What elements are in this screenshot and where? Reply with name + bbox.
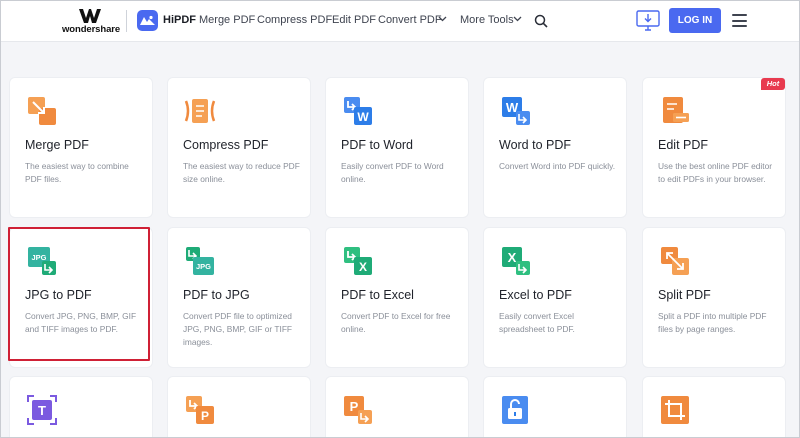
split-icon (661, 247, 689, 275)
pdf-to-word-icon: W (344, 97, 372, 125)
jpg-label: JPG (196, 262, 211, 271)
search-icon[interactable] (534, 14, 548, 28)
chevron-down-icon[interactable] (438, 16, 447, 22)
tool-title: Word to PDF (499, 138, 572, 152)
ppt-to-pdf-icon: P (344, 396, 372, 424)
tool-card-crop-pdf[interactable] (642, 376, 786, 438)
selection-highlight-box (8, 227, 150, 361)
tool-description: Easily convert Excel spreadsheet to PDF. (499, 311, 575, 334)
tool-description: Convert PDF file to optimized JPG, PNG, … (183, 311, 293, 347)
excel-letter-label: X (508, 250, 517, 265)
unlock-icon (502, 396, 528, 424)
tool-card-merge-pdf[interactable]: Merge PDF The easiest way to combine PDF… (9, 77, 153, 218)
tool-card-edit-pdf[interactable]: Edit PDF Use the best online PDF editor … (642, 77, 786, 218)
tool-card-split-pdf[interactable]: Split PDF Split a PDF into multiple PDF … (642, 227, 786, 368)
tool-card-pdf-to-jpg[interactable]: JPG PDF to JPG Convert PDF file to optim… (167, 227, 311, 368)
tool-card-unlock-pdf[interactable] (483, 376, 627, 438)
tool-description: Easily convert PDF to Word online. (341, 161, 444, 184)
tool-description: Split a PDF into multiple PDF files by p… (658, 311, 767, 334)
tool-title: Excel to PDF (499, 288, 572, 302)
ocr-icon: T (27, 395, 57, 425)
word-to-pdf-icon: W (502, 97, 530, 125)
tool-description: The easiest way to combine PDF files. (25, 161, 129, 184)
hipdf-logo-icon[interactable] (137, 10, 158, 31)
crop-icon (661, 396, 689, 424)
tool-card-pdf-to-ppt[interactable]: P (167, 376, 311, 438)
word-letter-label: W (357, 110, 369, 124)
top-navigation-bar: wondershare HiPDF Merge PDF Compress PDF… (0, 0, 800, 42)
tool-title: Edit PDF (658, 138, 709, 152)
tool-description: Convert Word into PDF quickly. (499, 161, 616, 171)
nav-convert-pdf[interactable]: Convert PDF (378, 14, 442, 26)
pdf-to-jpg-icon: JPG (186, 247, 214, 275)
tool-title: PDF to JPG (183, 288, 250, 302)
wondershare-mark-icon (79, 9, 101, 23)
chevron-down-icon[interactable] (513, 16, 522, 22)
ppt-letter-label: P (201, 409, 209, 423)
tool-description: Convert PDF to Excel for free online. (341, 311, 451, 334)
pdf-to-ppt-icon: P (186, 396, 214, 424)
tool-card-excel-to-pdf[interactable]: X Excel to PDF Easily convert Excel spre… (483, 227, 627, 368)
tool-description: Use the best online PDF editor to edit P… (658, 161, 773, 184)
tool-card-ocr[interactable]: T (9, 376, 153, 438)
tool-card-ppt-to-pdf[interactable]: P (325, 376, 469, 438)
hot-badge: Hot (761, 78, 785, 90)
tool-title: Split PDF (658, 288, 711, 302)
hamburger-menu-icon[interactable] (732, 14, 747, 27)
excel-letter-label: X (359, 260, 367, 274)
merge-icon (28, 97, 56, 125)
nav-compress-pdf[interactable]: Compress PDF (257, 14, 332, 26)
edit-icon (663, 97, 689, 123)
desktop-download-icon[interactable] (636, 10, 660, 32)
compress-icon (184, 99, 216, 123)
tool-card-compress-pdf[interactable]: Compress PDF The easiest way to reduce P… (167, 77, 311, 218)
header-divider (126, 10, 127, 32)
tool-card-pdf-to-word[interactable]: W PDF to Word Easily convert PDF to Word… (325, 77, 469, 218)
nav-merge-pdf[interactable]: Merge PDF (199, 14, 255, 26)
tool-title: Merge PDF (25, 138, 89, 152)
tool-description: The easiest way to reduce PDF size onlin… (183, 161, 300, 184)
tool-card-pdf-to-excel[interactable]: X PDF to Excel Convert PDF to Excel for … (325, 227, 469, 368)
tool-card-word-to-pdf[interactable]: W Word to PDF Convert Word into PDF quic… (483, 77, 627, 218)
window-frame (0, 0, 800, 438)
tool-title: Compress PDF (183, 138, 269, 152)
ocr-letter-label: T (38, 403, 46, 418)
tool-title: PDF to Excel (341, 288, 414, 302)
nav-more-tools[interactable]: More Tools (460, 14, 514, 26)
nav-edit-pdf[interactable]: Edit PDF (332, 14, 376, 26)
hipdf-logo-text[interactable]: HiPDF (163, 14, 196, 26)
excel-to-pdf-icon: X (502, 247, 530, 275)
ppt-letter-label: P (350, 399, 359, 414)
tool-title: PDF to Word (341, 138, 414, 152)
login-button[interactable]: LOG IN (669, 8, 721, 33)
wondershare-logo[interactable]: wondershare (62, 9, 121, 35)
wondershare-logo-text: wondershare (62, 24, 121, 35)
pdf-to-excel-icon: X (344, 247, 372, 275)
